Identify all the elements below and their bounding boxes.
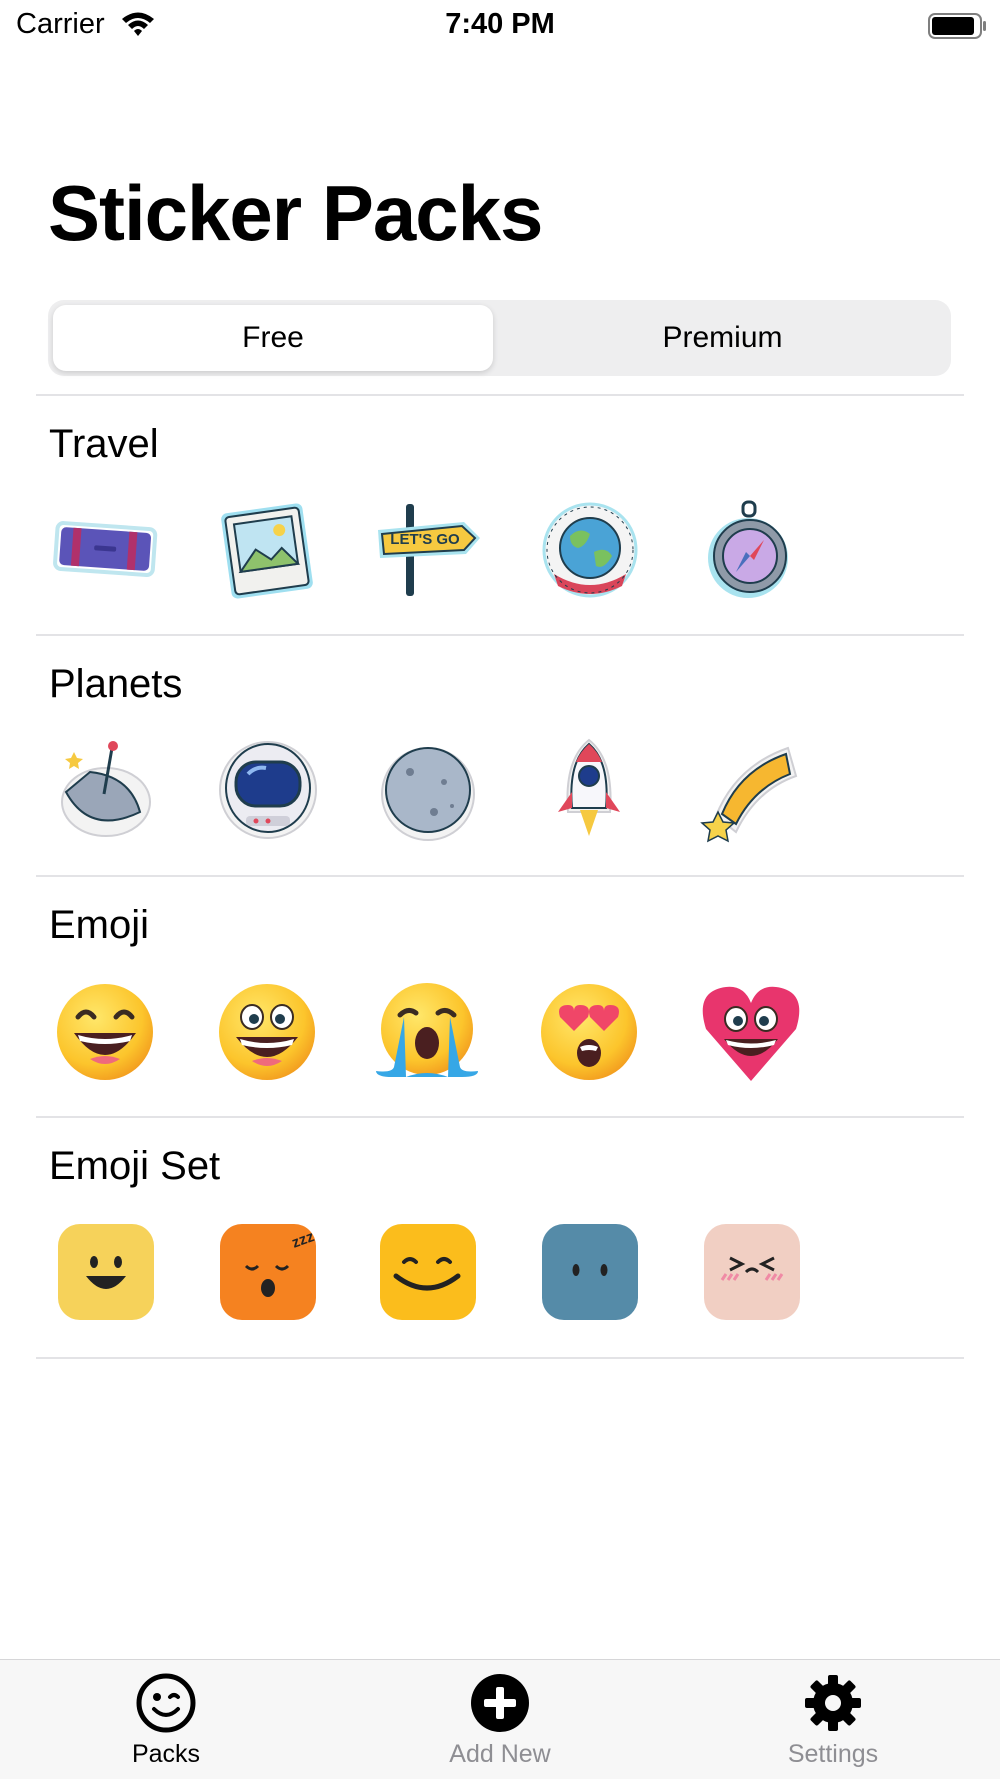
heart-eyes-face[interactable]	[534, 977, 644, 1087]
pack-title: Planets	[49, 662, 183, 706]
tab-label: Settings	[787, 1740, 879, 1768]
neutral-blue-square[interactable]	[534, 1218, 644, 1328]
sign-text: LET'S GO	[390, 531, 460, 548]
grinning-face-big-eyes[interactable]	[212, 977, 322, 1087]
segment-free[interactable]: Free	[53, 305, 493, 371]
shooting-star-sticker[interactable]	[696, 736, 806, 846]
smiling-yellow-square[interactable]	[372, 1218, 482, 1328]
tab-add-new[interactable]: Add New	[400, 1660, 600, 1779]
page-title: Sticker Packs	[48, 169, 543, 257]
tab-bar: Packs Add New Settings	[0, 1659, 1000, 1779]
satellite-dish-sticker[interactable]	[50, 736, 160, 846]
happy-yellow-square[interactable]	[50, 1218, 160, 1328]
grinning-squinting-face[interactable]	[50, 977, 160, 1087]
pack-title: Travel	[49, 422, 159, 466]
tab-label: Packs	[131, 1740, 201, 1768]
squinting-pink-square[interactable]	[696, 1218, 806, 1328]
lets-go-signpost-sticker[interactable]: LET'S GO	[372, 496, 482, 606]
tab-packs[interactable]: Packs	[66, 1660, 266, 1779]
free-premium-segmented-control: Free Premium	[48, 300, 951, 376]
smiling-heart-face[interactable]	[696, 977, 806, 1087]
loudly-crying-face[interactable]	[372, 977, 482, 1087]
travel-around-the-world-globe-sticker[interactable]	[534, 496, 644, 606]
divider	[36, 1357, 964, 1359]
pack-title: Emoji Set	[49, 1144, 221, 1188]
pack-emoji[interactable]: Emoji	[0, 877, 1000, 1117]
gear-icon	[805, 1675, 861, 1731]
suitcase-sticker[interactable]	[50, 496, 160, 606]
moon-sticker[interactable]	[372, 736, 482, 846]
astronaut-helmet-sticker[interactable]	[212, 736, 322, 846]
photo-frame-sticker[interactable]	[212, 496, 322, 606]
sleepy-orange-square[interactable]: zzz	[212, 1218, 322, 1328]
pack-travel[interactable]: Travel LET'S GO	[0, 396, 1000, 636]
pack-emoji-set[interactable]: Emoji Set zzz	[0, 1118, 1000, 1358]
plus-circle-icon	[471, 1674, 529, 1732]
rocket-sticker[interactable]	[534, 736, 644, 846]
status-bar: Carrier 7:40 PM	[0, 0, 1000, 52]
tab-settings[interactable]: Settings	[733, 1660, 933, 1779]
pack-planets[interactable]: Planets	[0, 636, 1000, 876]
clock: 7:40 PM	[445, 8, 555, 40]
segment-premium[interactable]: Premium	[499, 305, 946, 371]
smiley-wink-icon	[136, 1673, 196, 1733]
tab-label: Add New	[449, 1740, 551, 1768]
battery-icon	[928, 13, 986, 39]
pack-title: Emoji	[49, 903, 150, 947]
compass-sticker[interactable]	[696, 496, 806, 606]
